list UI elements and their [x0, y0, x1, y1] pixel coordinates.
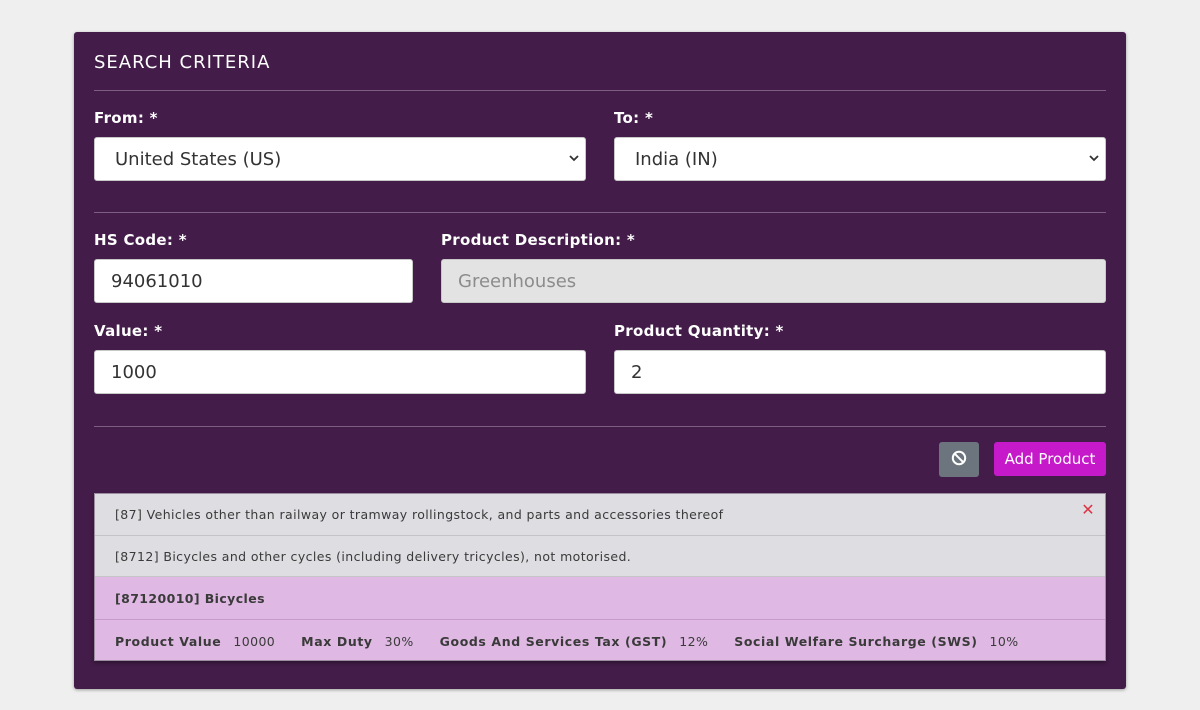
divider	[94, 90, 1106, 91]
result-chapter-text: [87] Vehicles other than railway or tram…	[115, 507, 724, 522]
product-quantity-input[interactable]: 2	[614, 350, 1106, 394]
divider	[94, 212, 1106, 213]
result-heading-text: [8712] Bicycles and other cycles (includ…	[115, 548, 632, 564]
hs-code-input[interactable]: 94061010	[94, 259, 413, 303]
product-description-field: Greenhouses	[441, 259, 1106, 303]
result-chapter-row: [87] Vehicles other than railway or tram…	[95, 494, 1105, 536]
result-item-text: [87120010] Bicycles	[115, 590, 265, 606]
value-input[interactable]: 1000	[94, 350, 586, 394]
product-quantity-label: Product Quantity: *	[614, 322, 784, 340]
search-criteria-panel: SEARCH CRITERIA From: * United States (U…	[74, 32, 1126, 689]
detail-key: Product Value	[115, 633, 222, 649]
to-label: To: *	[614, 109, 654, 127]
divider	[94, 426, 1106, 427]
result-heading-row: [8712] Bicycles and other cycles (includ…	[95, 536, 1105, 577]
detail-key: Max Duty	[301, 633, 373, 649]
from-select-value: United States (US)	[115, 148, 282, 170]
detail-sws: Social Welfare Surcharge (SWS) 10%	[734, 634, 1018, 649]
add-product-button[interactable]: Add Product	[994, 442, 1106, 476]
chevron-down-icon	[569, 152, 579, 166]
detail-max-duty: Max Duty 30%	[301, 634, 413, 649]
detail-key: Social Welfare Surcharge (SWS)	[734, 633, 978, 649]
ban-icon	[951, 450, 967, 470]
detail-key: Goods And Services Tax (GST)	[439, 633, 668, 649]
detail-value: 10%	[989, 633, 1019, 649]
chevron-down-icon	[1089, 152, 1099, 166]
from-label: From: *	[94, 109, 158, 127]
clear-button[interactable]	[939, 442, 979, 477]
from-select[interactable]: United States (US)	[94, 137, 586, 181]
result-panel: [87] Vehicles other than railway or tram…	[94, 493, 1106, 661]
result-details-row: Product Value 10000 Max Duty 30% Goods A…	[95, 620, 1105, 660]
hs-code-label: HS Code: *	[94, 231, 187, 249]
detail-product-value: Product Value 10000	[115, 634, 275, 649]
panel-title: SEARCH CRITERIA	[94, 52, 271, 73]
detail-gst: Goods And Services Tax (GST) 12%	[440, 634, 709, 649]
to-select-value: India (IN)	[635, 148, 718, 170]
close-icon[interactable]: ✕	[1081, 500, 1095, 519]
result-item-row: [87120010] Bicycles	[95, 577, 1105, 620]
detail-value: 10000	[233, 633, 276, 649]
value-label: Value: *	[94, 322, 163, 340]
to-select[interactable]: India (IN)	[614, 137, 1106, 181]
detail-value: 12%	[679, 633, 709, 649]
detail-value: 30%	[384, 633, 414, 649]
product-description-label: Product Description: *	[441, 231, 636, 249]
